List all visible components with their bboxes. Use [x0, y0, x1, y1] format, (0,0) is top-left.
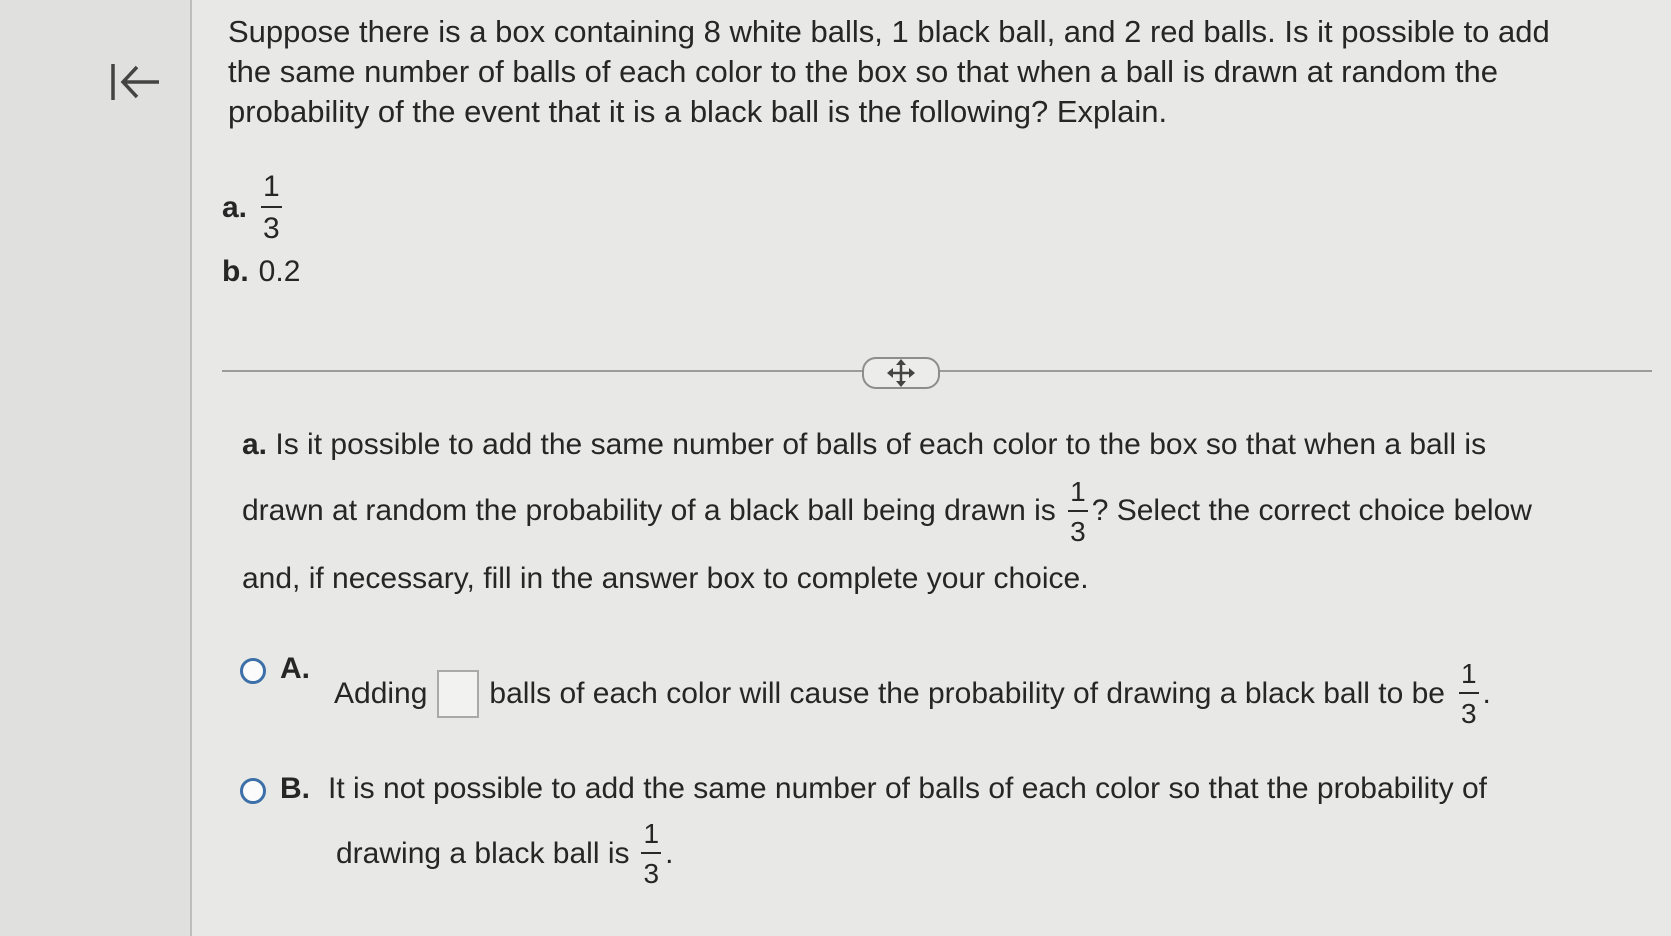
part-a-label: a.: [222, 191, 248, 224]
fraction-denominator: 3: [643, 858, 660, 889]
question-text: Suppose there is a box containing 8 whit…: [228, 14, 1550, 129]
subquestion-label: a.: [242, 428, 268, 461]
choice-a-radio[interactable]: [240, 658, 266, 684]
part-b-label: b.: [222, 255, 249, 288]
answer-input-box[interactable]: [437, 670, 480, 718]
choice-a-period: .: [1482, 677, 1491, 710]
choice-b-line2: drawing a black ball is 1 3 .: [336, 820, 673, 888]
back-to-start-button[interactable]: [100, 52, 170, 112]
choice-b-text-line2: drawing a black ball is: [336, 837, 630, 870]
choice-a-fraction: 1 3: [1458, 660, 1479, 729]
part-a-fraction: 1 3: [261, 172, 282, 244]
choice-b-fraction: 1 3: [641, 820, 662, 889]
fraction-denominator: 3: [263, 212, 280, 245]
fraction-denominator: 3: [1460, 698, 1477, 729]
subquestion-prompt: a. Is it possible to add the same number…: [242, 412, 1542, 612]
part-a: a. 1 3: [222, 172, 286, 244]
choice-a-text-after: balls of each color will cause the proba…: [489, 677, 1445, 710]
choice-a[interactable]: A.: [240, 652, 310, 686]
fraction-numerator: 1: [1458, 660, 1479, 694]
question-panel: Suppose there is a box containing 8 whit…: [192, 0, 1671, 936]
choice-b-text-line1: It is not possible to add the same numbe…: [328, 772, 1487, 805]
part-b: b. 0.2: [222, 255, 300, 289]
left-rail: [0, 0, 192, 936]
fraction-numerator: 1: [261, 172, 282, 208]
back-to-start-icon: [111, 64, 159, 100]
choice-b-radio[interactable]: [240, 778, 266, 804]
fraction-numerator: 1: [641, 820, 662, 854]
part-b-value: 0.2: [258, 255, 301, 288]
resize-handle[interactable]: [862, 357, 940, 389]
subquestion-fraction: 1 3: [1068, 478, 1088, 546]
fraction-numerator: 1: [1068, 478, 1088, 513]
choice-a-body: Adding balls of each color will cause th…: [334, 660, 1491, 728]
choice-b-period: .: [665, 837, 674, 870]
fraction-denominator: 3: [1070, 516, 1086, 548]
choice-b-letter: B.: [280, 772, 310, 805]
choice-a-text-before: Adding: [334, 677, 428, 710]
move-icon: [887, 359, 915, 387]
choice-a-letter: A.: [280, 652, 310, 685]
choice-b[interactable]: B. It is not possible to add the same nu…: [240, 772, 1487, 806]
